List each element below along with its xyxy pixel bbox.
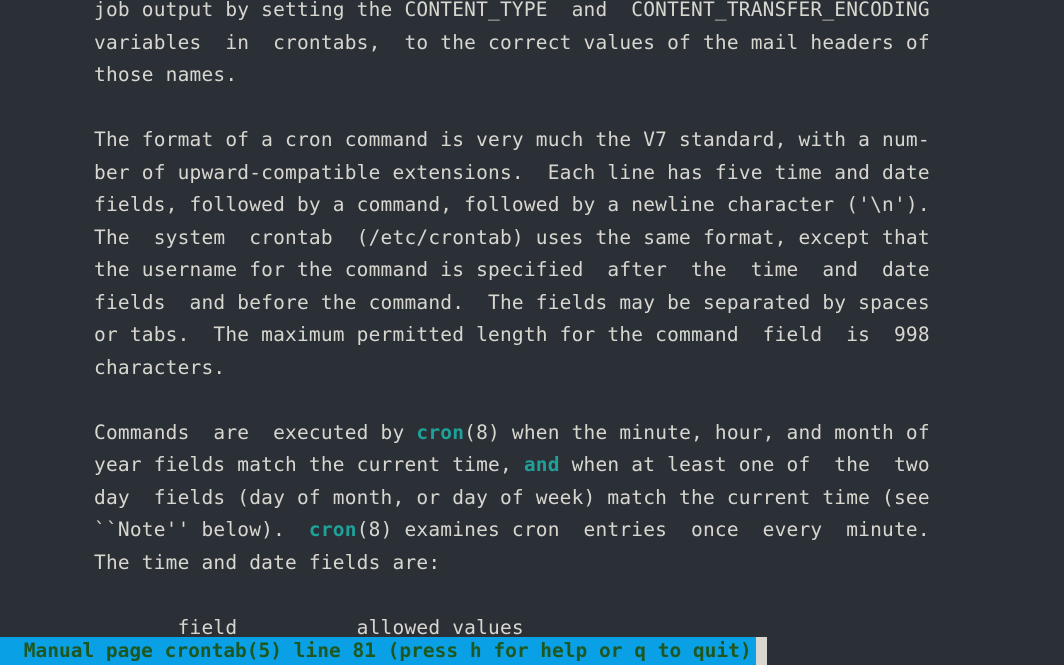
man-page-text: ``Note'' below). (94, 518, 309, 541)
man-page-line: variables in crontabs, to the correct va… (94, 27, 1064, 60)
terminal-content[interactable]: job output by setting the CONTENT_TYPE a… (0, 0, 1064, 644)
man-page-ref: and (524, 453, 560, 476)
man-page-line: or tabs. The maximum permitted length fo… (94, 319, 1064, 352)
man-page-text: year fields match the current time, (94, 453, 524, 476)
man-page-line (94, 384, 1064, 417)
man-page-line: ``Note'' below). cron(8) examines cron e… (94, 514, 1064, 547)
man-page-text: variables in crontabs, to the correct va… (94, 31, 930, 54)
man-page-ref: cron (416, 421, 464, 444)
man-page-line: Commands are executed by cron(8) when th… (94, 417, 1064, 450)
pager-status-bar: Manual page crontab(5) line 81 (press h … (0, 637, 767, 665)
man-page-line: day fields (day of month, or day of week… (94, 482, 1064, 515)
man-page-text: The system crontab (/etc/crontab) uses t… (94, 226, 930, 249)
man-page-line: fields, followed by a command, followed … (94, 189, 1064, 222)
man-page-line: those names. (94, 59, 1064, 92)
man-page-text: characters. (94, 356, 225, 379)
man-page-line (94, 579, 1064, 612)
man-page-line: The time and date fields are: (94, 547, 1064, 580)
man-page-text: field allowed values (94, 616, 524, 639)
man-page-text: fields and before the command. The field… (94, 291, 930, 314)
cursor (756, 637, 767, 665)
man-page-text: the username for the command is specifie… (94, 258, 930, 281)
man-page-text: ber of upward-compatible extensions. Eac… (94, 161, 930, 184)
man-page-text: day fields (day of month, or day of week… (94, 486, 930, 509)
man-page-text: fields, followed by a command, followed … (94, 193, 930, 216)
man-page-line: The format of a cron command is very muc… (94, 124, 1064, 157)
man-page-line: job output by setting the CONTENT_TYPE a… (94, 0, 1064, 27)
man-page-text: or tabs. The maximum permitted length fo… (94, 323, 930, 346)
man-page-line: characters. (94, 352, 1064, 385)
man-page-line (94, 92, 1064, 125)
man-page-line: fields and before the command. The field… (94, 287, 1064, 320)
man-page-text: those names. (94, 63, 237, 86)
man-page-text: The format of a cron command is very muc… (94, 128, 930, 151)
man-page-line: ber of upward-compatible extensions. Eac… (94, 157, 1064, 190)
man-page-ref: cron (309, 518, 357, 541)
man-page-line: year fields match the current time, and … (94, 449, 1064, 482)
man-page-text: Commands are executed by (94, 421, 416, 444)
man-page-line: The system crontab (/etc/crontab) uses t… (94, 222, 1064, 255)
man-page-text: (8) examines cron entries once every min… (357, 518, 930, 541)
pager-status-text: Manual page crontab(5) line 81 (press h … (0, 637, 756, 665)
man-page-text: when at least one of the two (560, 453, 930, 476)
man-page-text: The time and date fields are: (94, 551, 440, 574)
man-page-text: (8) when the minute, hour, and month of (464, 421, 930, 444)
man-page-text: job output by setting the CONTENT_TYPE a… (94, 0, 930, 21)
man-page-line: the username for the command is specifie… (94, 254, 1064, 287)
